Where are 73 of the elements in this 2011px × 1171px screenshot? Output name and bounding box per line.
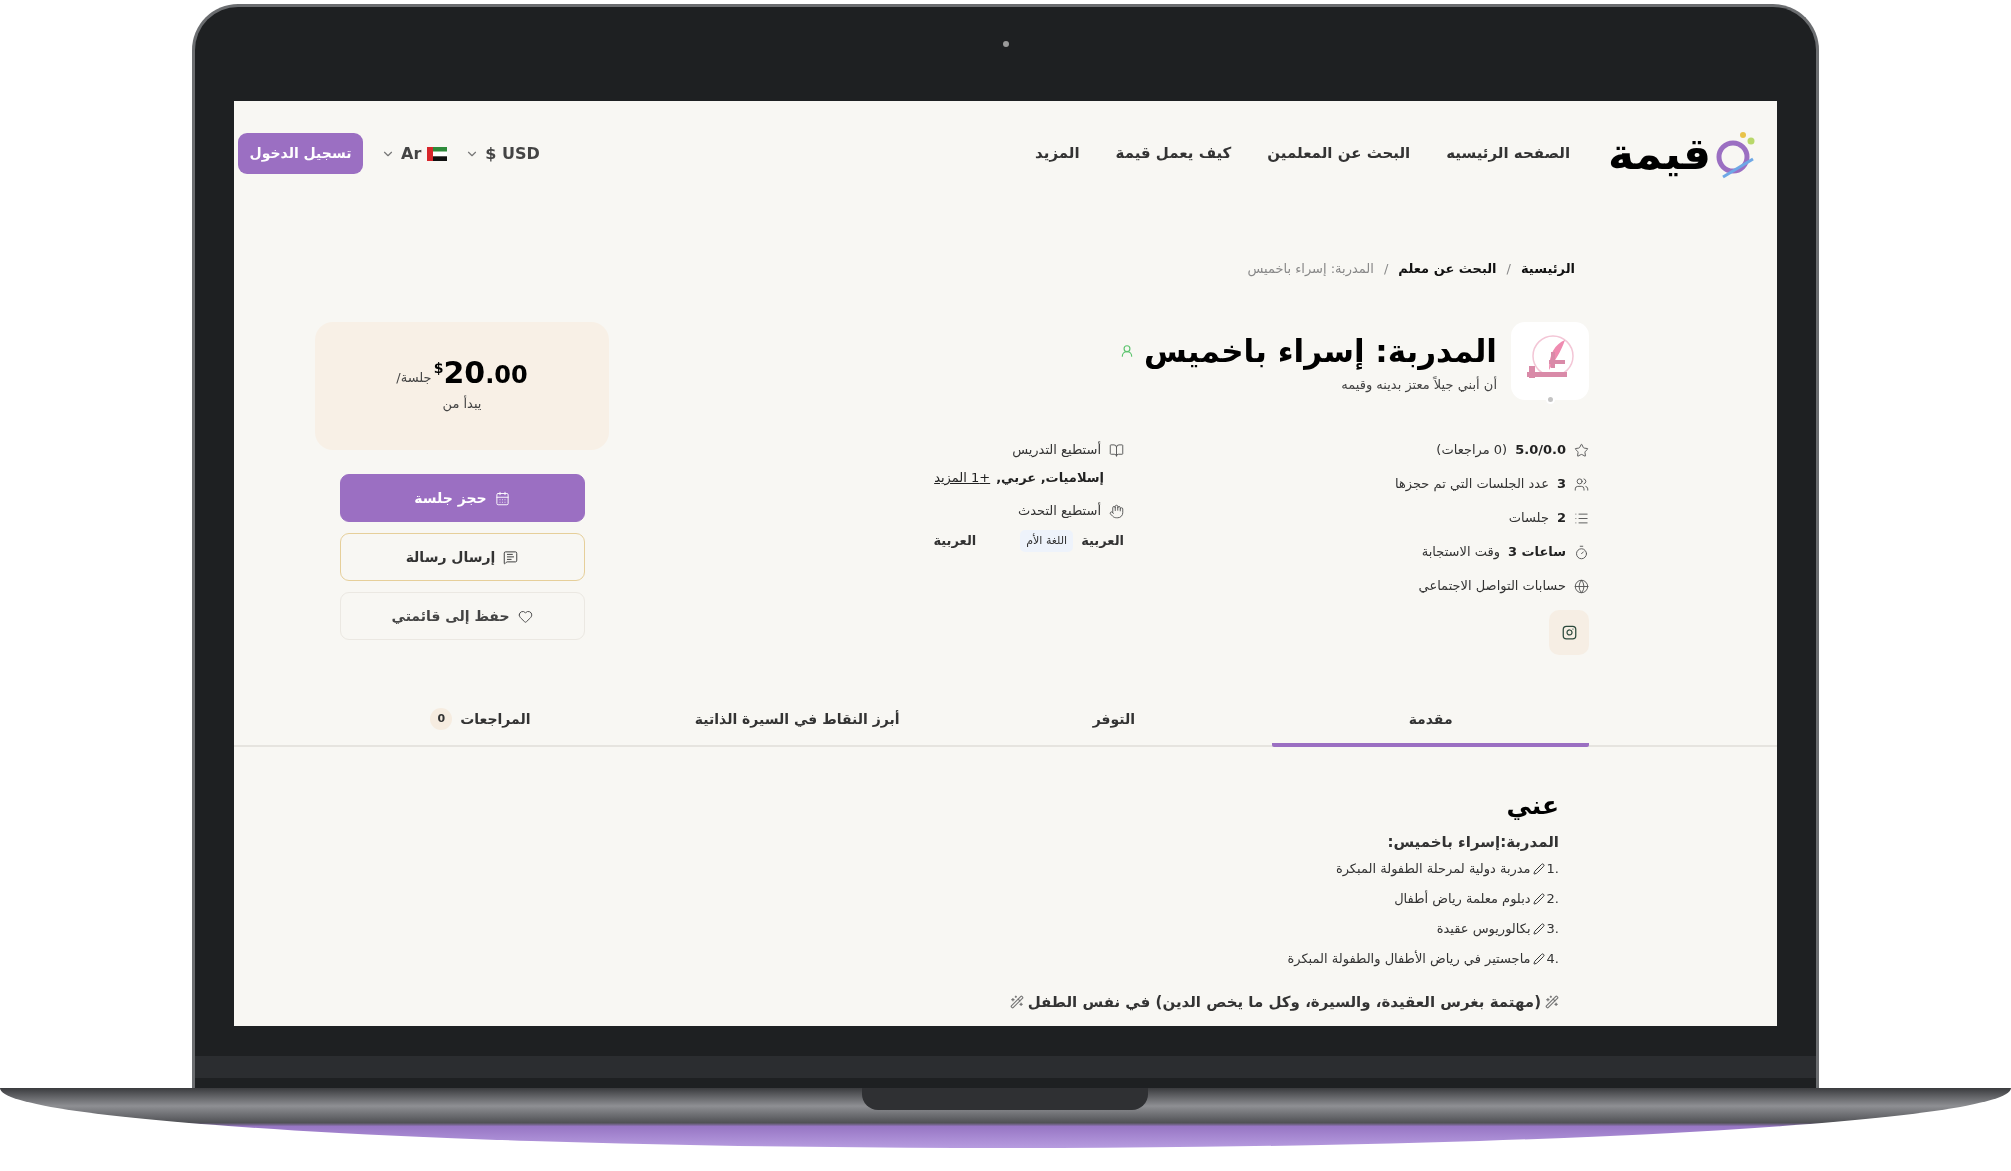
- stat-value: 3: [1556, 475, 1566, 494]
- stat-label: عدد الجلسات التي تم حجزها: [1394, 475, 1549, 494]
- currency-selector[interactable]: $ USD: [465, 141, 540, 166]
- tagline: أن أبني جيلاً معتز بدينه وقيمه: [1340, 375, 1497, 395]
- stat-value: 2: [1556, 509, 1566, 528]
- send-message-button[interactable]: إرسال رسالة: [339, 533, 585, 581]
- stat-value: 5.0/0.0: [1515, 441, 1566, 460]
- pen-icon: [1532, 953, 1545, 965]
- pen-icon: [1532, 863, 1545, 875]
- list-item-text: مدربة دولية لمرحلة الطفولة المبكرة: [1335, 860, 1531, 879]
- timer-icon: [1574, 544, 1589, 560]
- stat-label: (0 مراجعات): [1436, 441, 1508, 460]
- tab[interactable]: مقدمة: [1272, 695, 1589, 747]
- stat-value: 3 ساعات: [1507, 543, 1566, 562]
- language-name: العربية: [1081, 532, 1124, 551]
- flag-icon: [427, 146, 448, 161]
- instagram-button[interactable]: [1549, 610, 1589, 655]
- logo-text: قيمة: [1608, 131, 1711, 176]
- more-link[interactable]: +1 المزيد: [934, 468, 991, 488]
- pen-icon: [1532, 893, 1545, 905]
- breadcrumb-link[interactable]: الرئيسية: [1520, 259, 1575, 279]
- nav-link[interactable]: المزيد: [1035, 142, 1080, 165]
- nav-link[interactable]: الصفحه الرئيسيه: [1446, 142, 1571, 165]
- currency-symbol: $: [433, 359, 444, 377]
- language-selector[interactable]: Ar: [381, 141, 448, 166]
- price-amount: 20.00: [443, 358, 528, 389]
- stat-label: حسابات التواصل الاجتماعي: [1418, 577, 1566, 596]
- price-unit: /جلسة: [396, 369, 432, 388]
- book-icon: [1109, 442, 1124, 458]
- price-caption: يبدأ من: [442, 394, 482, 414]
- list-number: 3.: [1546, 920, 1559, 939]
- list-number: 4.: [1546, 950, 1559, 969]
- star-icon: [1574, 442, 1589, 458]
- about-title: عني: [1505, 790, 1559, 822]
- pen-icon: [1532, 923, 1545, 935]
- breadcrumb-separator: /: [1506, 260, 1511, 279]
- save-to-list-button[interactable]: حفظ إلى قائمتي: [339, 592, 585, 640]
- teacher-name: المدربة: إسراء باخميس: [1144, 332, 1497, 371]
- breadcrumb-separator: /: [1383, 260, 1389, 279]
- count-badge: 0: [430, 708, 453, 730]
- list-number: 2.: [1546, 890, 1559, 909]
- nav-link[interactable]: كيف يعمل قيمة: [1115, 142, 1232, 165]
- globe-icon: [1574, 578, 1589, 594]
- login-button[interactable]: تسجيل الدخول: [238, 133, 363, 174]
- heart-icon: [517, 608, 533, 624]
- nav-link[interactable]: البحث عن المعلمين: [1267, 142, 1411, 165]
- native-language-badge: اللغة الأم: [1020, 529, 1074, 553]
- people-icon: [1574, 476, 1589, 492]
- breadcrumb-link[interactable]: البحث عن معلم: [1398, 259, 1497, 279]
- stat-label: وقت الاستجابة: [1421, 543, 1500, 562]
- about-note: (مهتمة بغرس العقيدة، والسيرة، وكل ما يخص الدين) في نفس الطفل: [1027, 992, 1541, 1013]
- calendar-icon: [494, 490, 510, 506]
- person-icon: [1120, 344, 1134, 359]
- instagram-icon: [1561, 625, 1577, 640]
- list-item-text: ماجستير في رياض الأطفال والطفولة المبكرة: [1287, 949, 1531, 969]
- teaches-label: أستطيع التدريس: [1012, 440, 1101, 460]
- wand-icon: [1545, 995, 1559, 1010]
- stat-label: جلسات: [1508, 509, 1549, 528]
- language-name: العربية: [933, 532, 977, 551]
- about-subtitle: المدربة:إسراء باخميس:: [1386, 831, 1559, 853]
- tab[interactable]: التوفر: [955, 695, 1273, 747]
- tab[interactable]: أبرز النقاط في السيرة الذاتية: [638, 695, 956, 747]
- list-number: 1.: [1546, 860, 1559, 879]
- current-page-label: المدربة: إسراء باخميس: [1247, 260, 1374, 279]
- list-item-text: بكالوريوس عقيدة: [1436, 920, 1531, 939]
- hand-icon: [1109, 503, 1124, 519]
- list-icon: [1574, 510, 1589, 526]
- list-item-text: دبلوم معلمة رياض أطفال: [1394, 889, 1531, 909]
- subjects-text: إسلاميات, عربي,: [996, 469, 1104, 488]
- wand-icon: [1009, 995, 1024, 1010]
- message-icon: [503, 549, 519, 565]
- speaks-label: أستطيع التحدث: [1018, 501, 1101, 521]
- book-session-button[interactable]: حجز جلسة: [339, 474, 585, 522]
